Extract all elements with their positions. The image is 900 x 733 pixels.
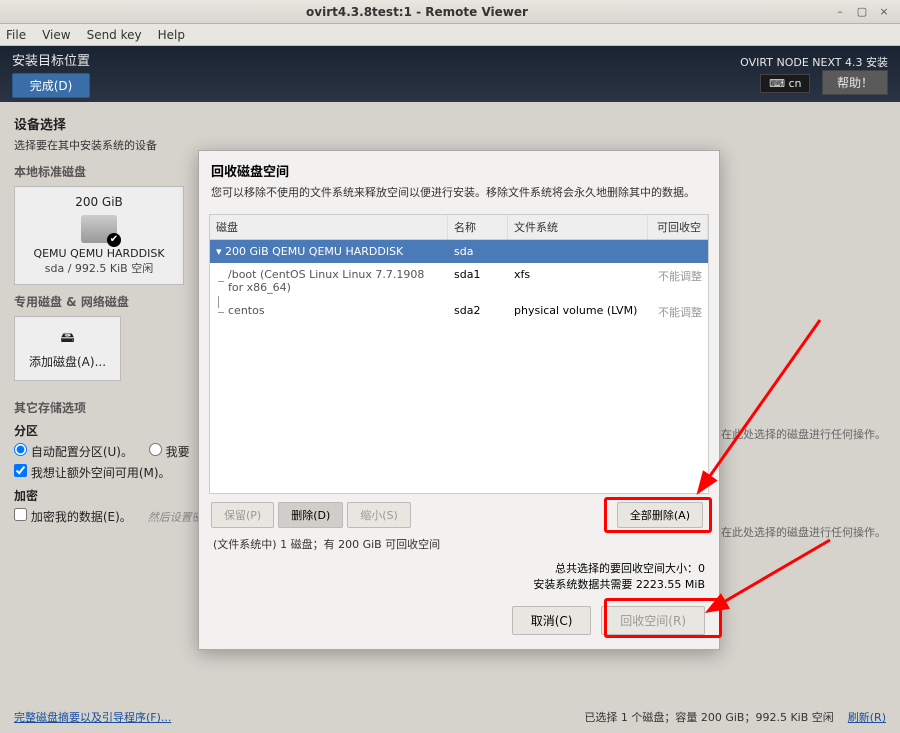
reclaim-button[interactable]: 回收空间(R) <box>601 606 705 635</box>
keyboard-indicator[interactable]: ⌨ cn <box>760 74 810 93</box>
window-title: ovirt4.3.8test:1 - Remote Viewer <box>8 5 826 19</box>
disk-size: 200 GiB <box>23 195 175 209</box>
add-disk-label: 添加磁盘(A)... <box>29 355 106 369</box>
disk-summary-link[interactable]: 完整磁盘摘要以及引导程序(F)... <box>14 709 171 725</box>
col-name[interactable]: 名称 <box>448 215 508 239</box>
table-row[interactable]: centos sda2 physical volume (LVM) 不能调整 <box>210 299 708 325</box>
dialog-title: 回收磁盘空间 <box>211 161 707 180</box>
refresh-link[interactable]: 刷新(R) <box>848 711 886 724</box>
page-title: 安装目标位置 <box>12 50 90 69</box>
menu-file[interactable]: File <box>6 28 26 42</box>
done-button[interactable]: 完成(D) <box>12 73 90 98</box>
disk-item[interactable]: 200 GiB QEMU QEMU HARDDISK sda / 992.5 K… <box>14 186 184 285</box>
device-select-heading: 设备选择 <box>14 114 886 133</box>
disk-model: QEMU QEMU HARDDISK <box>23 247 175 260</box>
menubar: File View Send key Help <box>0 24 900 46</box>
disk-free: sda / 992.5 KiB 空闲 <box>23 260 175 276</box>
minimize-icon[interactable]: – <box>832 4 848 20</box>
col-reclaim[interactable]: 可回收空 <box>648 215 708 239</box>
reclaim-checkbox[interactable]: 我想让额外空间可用(M)。 <box>14 466 171 480</box>
footer-bar: 完整磁盘摘要以及引导程序(F)... 已选择 1 个磁盘；容量 200 GiB；… <box>14 709 886 725</box>
delete-button[interactable]: 删除(D) <box>278 502 343 528</box>
auto-partition-radio[interactable]: 自动配置分区(U)。 <box>14 445 133 459</box>
selection-status: 已选择 1 个磁盘；容量 200 GiB；992.5 KiB 空闲 <box>584 711 833 724</box>
no-op-hint-1: 在此处选择的磁盘进行任何操作。 <box>721 426 886 442</box>
add-disk-button[interactable]: 🖴 添加磁盘(A)... <box>14 316 121 381</box>
maximize-icon[interactable]: ▢ <box>854 4 870 20</box>
table-row[interactable]: /boot (CentOS Linux Linux 7.7.1908 for x… <box>210 263 708 299</box>
delete-all-button[interactable]: 全部删除(A) <box>617 502 703 528</box>
help-button[interactable]: 帮助！ <box>822 70 888 95</box>
disk-table: 磁盘 名称 文件系统 可回收空 ▾ 200 GiB QEMU QEMU HARD… <box>209 214 709 494</box>
no-op-hint-2: 在此处选择的磁盘进行任何操作。 <box>721 524 886 540</box>
cancel-button[interactable]: 取消(C) <box>512 606 592 635</box>
table-row[interactable]: ▾ 200 GiB QEMU QEMU HARDDISK sda <box>210 240 708 263</box>
menu-sendkey[interactable]: Send key <box>87 28 142 42</box>
total-selected: 总共选择的要回收空间大小：0 <box>213 560 705 576</box>
required-space: 安装系统数据共需要 2223.55 MiB <box>213 576 705 592</box>
shrink-button[interactable]: 缩小(S) <box>347 502 411 528</box>
dialog-desc: 您可以移除不使用的文件系统来释放空间以便进行安装。移除文件系统将会永久地删除其中… <box>211 184 707 200</box>
add-disk-icon: 🖴 <box>29 327 106 351</box>
preserve-button[interactable]: 保留(P) <box>211 502 274 528</box>
window-titlebar: ovirt4.3.8test:1 - Remote Viewer – ▢ × <box>0 0 900 24</box>
menu-help[interactable]: Help <box>158 28 185 42</box>
col-fs[interactable]: 文件系统 <box>508 215 648 239</box>
col-disk[interactable]: 磁盘 <box>210 215 448 239</box>
menu-view[interactable]: View <box>42 28 70 42</box>
dialog-summary: (文件系统中) 1 磁盘；有 200 GiB 可回收空间 <box>199 536 719 560</box>
encrypt-checkbox[interactable]: 加密我的数据(E)。 <box>14 510 132 524</box>
reclaim-dialog: 回收磁盘空间 您可以移除不使用的文件系统来释放空间以便进行安装。移除文件系统将会… <box>198 150 720 650</box>
harddisk-icon <box>81 215 117 243</box>
installer-header: 安装目标位置 完成(D) OVIRT NODE NEXT 4.3 安装 ⌨ cn… <box>0 46 900 102</box>
close-icon[interactable]: × <box>876 4 892 20</box>
manual-partition-radio[interactable]: 我要 <box>149 445 190 459</box>
product-label: OVIRT NODE NEXT 4.3 安装 <box>740 54 888 70</box>
